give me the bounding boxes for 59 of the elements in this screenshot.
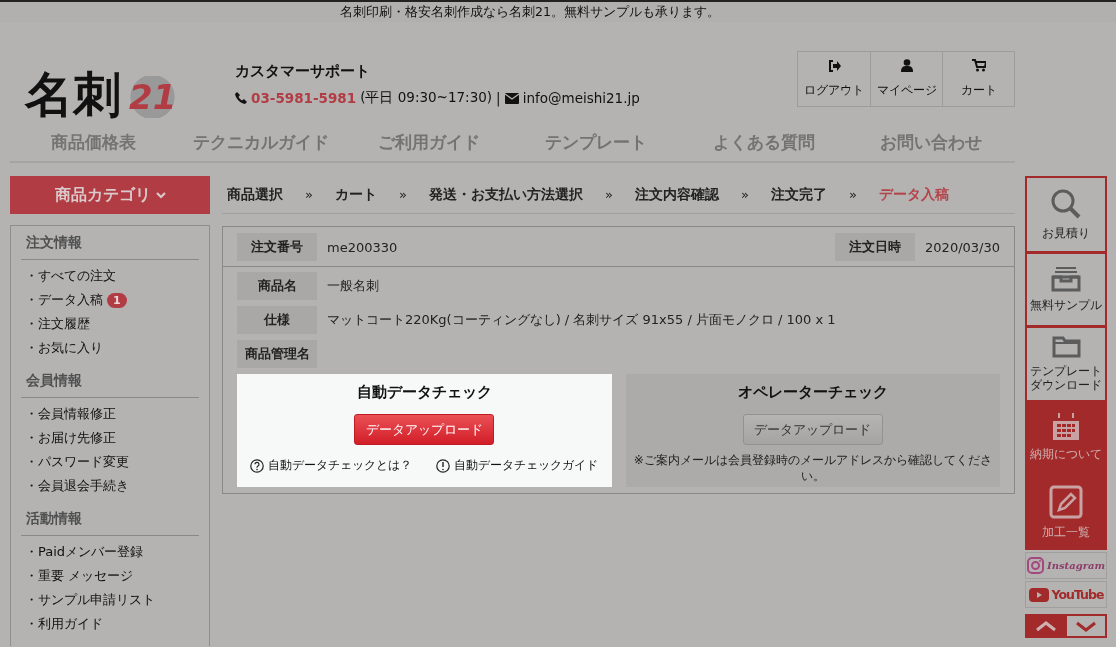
breadcrumb-step: 商品選択 xyxy=(227,185,283,204)
sidebar-link[interactable]: ・会員退会手続き xyxy=(25,477,129,495)
breadcrumb-step: 注文内容確認 xyxy=(634,185,719,204)
order-date: 2020/03/30 xyxy=(925,239,1000,255)
sidebar-link[interactable]: ・会員情報修正 xyxy=(25,405,116,423)
tagline-text: 名刺印刷・格安名刺作成なら名刺21。無料サンプルも承ります。 xyxy=(340,4,720,19)
sidebar-link[interactable]: ・お気に入り xyxy=(25,339,103,357)
breadcrumb-step: カート xyxy=(334,185,377,204)
rail-button[interactable]: お見積り xyxy=(1025,176,1107,251)
field-label: 注文日時 xyxy=(835,233,916,261)
rail-button[interactable]: 無料サンプル xyxy=(1025,251,1107,325)
breadcrumb-step: 注文完了 xyxy=(770,185,827,204)
breadcrumb-separator: » xyxy=(740,187,749,202)
field-value: マットコート220Kg(コーティングなし) / 名刺サイズ 91x55 / 片面モノクロ / 100 x 1 xyxy=(327,311,836,329)
field-label: 商品管理名 xyxy=(237,340,317,368)
mypage-button[interactable]: マイページ xyxy=(870,52,942,106)
breadcrumb-separator: » xyxy=(604,187,613,202)
upload-button[interactable]: データアップロード xyxy=(742,414,883,445)
rail-button[interactable]: テンプレートダウンロード xyxy=(1025,325,1107,400)
note-text: ※ご案内メールは会員登録時のメールアドレスから確認してください。 xyxy=(632,453,993,485)
field-label: 注文番号 xyxy=(237,233,317,261)
upload-button[interactable]: データアップロード xyxy=(354,414,495,445)
sidebar-heading: 活動情報 xyxy=(21,502,199,536)
email-address[interactable]: info@meishi21.jp xyxy=(522,90,640,106)
sidebar-link[interactable]: ・データ入稿 xyxy=(25,291,103,309)
sidebar-link[interactable]: ・Paidメンバー登録 xyxy=(25,543,144,561)
breadcrumb-step: 発送・お支払い方法選択 xyxy=(428,185,583,204)
rail-button[interactable]: 加工一覧 xyxy=(1025,475,1107,550)
breadcrumb-separator: » xyxy=(848,187,857,202)
breadcrumb-separator: » xyxy=(305,187,313,202)
sidebar-link[interactable]: ・お届け先修正 xyxy=(25,429,116,447)
logout-button[interactable]: ログアウト xyxy=(798,52,870,106)
sidebar-link[interactable]: ・サンプル申請リスト xyxy=(25,591,155,609)
cart-button[interactable]: カート xyxy=(942,52,1014,106)
field-label: 商品名 xyxy=(237,272,317,300)
sidebar-link[interactable]: ・パスワード変更 xyxy=(25,453,129,471)
sidebar-heading: 会員情報 xyxy=(21,364,199,398)
support-title: カスタマーサポート xyxy=(235,62,371,81)
phone-number: 03-5981-5981 xyxy=(251,90,357,106)
order-number: me200330 xyxy=(327,239,398,255)
help-link[interactable]: 自動データチェックガイド xyxy=(436,457,599,474)
count-badge: 1 xyxy=(107,292,127,308)
separator: | xyxy=(496,90,501,106)
card-title: オペレーターチェック xyxy=(737,383,888,402)
logo[interactable]: 名刺 21 xyxy=(25,48,205,118)
rail-button[interactable]: 納期について xyxy=(1025,400,1107,475)
sidebar-link[interactable]: ・利用ガイド xyxy=(25,615,103,633)
card-title: 自動データチェック xyxy=(356,383,492,402)
sidebar-heading: 注文情報 xyxy=(21,226,199,260)
sidebar-link[interactable]: ・注文履歴 xyxy=(25,315,90,333)
category-button[interactable]: 商品カテゴリ xyxy=(10,176,210,214)
help-link[interactable]: 自動データチェックとは？ xyxy=(250,457,413,474)
field-label: 仕様 xyxy=(237,306,317,334)
business-hours: (平日 09:30~17:30) xyxy=(360,89,493,107)
field-value: 一般名刺 xyxy=(327,277,379,295)
breadcrumb-separator: » xyxy=(398,187,407,202)
breadcrumb-step: データ入稿 xyxy=(878,185,949,204)
sidebar-link[interactable]: ・すべての注文 xyxy=(25,267,116,285)
sidebar-link[interactable]: ・重要 メッセージ xyxy=(25,567,134,585)
